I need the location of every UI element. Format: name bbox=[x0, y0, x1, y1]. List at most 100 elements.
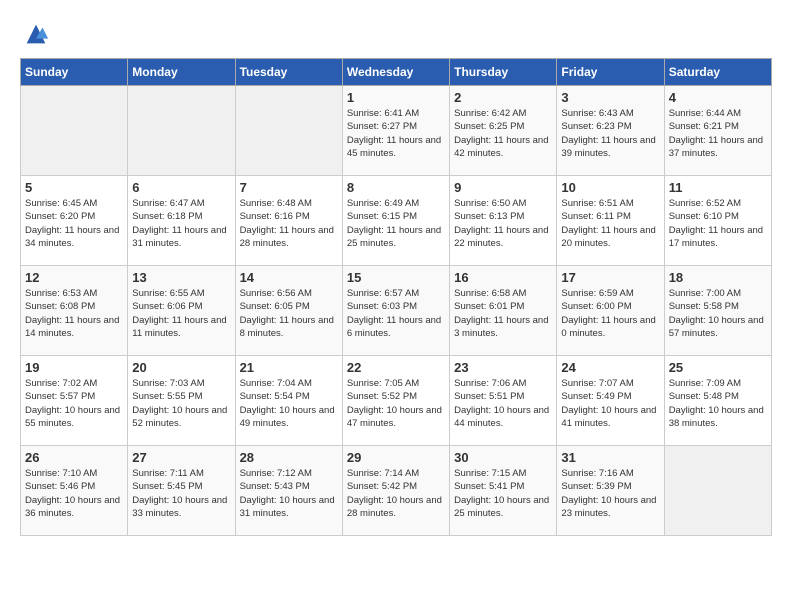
day-info: Sunrise: 6:47 AMSunset: 6:18 PMDaylight:… bbox=[132, 197, 230, 250]
day-cell: 11Sunrise: 6:52 AMSunset: 6:10 PMDayligh… bbox=[664, 176, 771, 266]
day-cell: 31 Sunrise: 7:16 AMSunset: 5:39 PMDayligh… bbox=[557, 446, 664, 536]
sunrise-text: Sunrise: 6:47 AM bbox=[132, 197, 230, 210]
day-info: Sunrise: 7:04 AMSunset: 5:54 PMDaylight:… bbox=[240, 377, 338, 430]
week-row-5: 26Sunrise: 7:10 AMSunset: 5:46 PMDayligh… bbox=[21, 446, 772, 536]
sunset-text: Sunset: 5:48 PM bbox=[669, 390, 767, 403]
sunset-text: Sunset: 6:03 PM bbox=[347, 300, 445, 313]
sunset-text: Sunset: 5:42 PM bbox=[347, 480, 445, 493]
day-info: Sunrise: 7:02 AMSunset: 5:57 PMDaylight:… bbox=[25, 377, 123, 430]
day-cell: 2Sunrise: 6:42 AMSunset: 6:25 PMDaylight… bbox=[450, 86, 557, 176]
sunrise-text: Sunrise: 7:06 AM bbox=[454, 377, 552, 390]
day-number: 3 bbox=[561, 90, 659, 105]
day-cell: 18Sunrise: 7:00 AMSunset: 5:58 PMDayligh… bbox=[664, 266, 771, 356]
day-cell: 15Sunrise: 6:57 AMSunset: 6:03 PMDayligh… bbox=[342, 266, 449, 356]
sunrise-text: Sunrise: 7:07 AM bbox=[561, 377, 659, 390]
daylight-text: Daylight: 11 hours and 25 minutes. bbox=[347, 224, 445, 251]
day-number: 14 bbox=[240, 270, 338, 285]
day-info: Sunrise: 6:48 AMSunset: 6:16 PMDaylight:… bbox=[240, 197, 338, 250]
sunset-text: Sunset: 6:08 PM bbox=[25, 300, 123, 313]
day-info: Sunrise: 6:49 AMSunset: 6:15 PMDaylight:… bbox=[347, 197, 445, 250]
day-cell: 7 Sunrise: 6:48 AMSunset: 6:16 PMDaylight… bbox=[235, 176, 342, 266]
sunset-text: Sunset: 6:23 PM bbox=[561, 120, 659, 133]
day-number: 25 bbox=[669, 360, 767, 375]
daylight-text: Daylight: 11 hours and 39 minutes. bbox=[561, 134, 659, 161]
day-cell: 5 Sunrise: 6:45 AMSunset: 6:20 PMDaylight… bbox=[21, 176, 128, 266]
sunset-text: Sunset: 6:15 PM bbox=[347, 210, 445, 223]
day-cell: 17 Sunrise: 6:59 AMSunset: 6:00 PMDayligh… bbox=[557, 266, 664, 356]
day-cell: 28Sunrise: 7:12 AMSunset: 5:43 PMDayligh… bbox=[235, 446, 342, 536]
sunset-text: Sunset: 6:10 PM bbox=[669, 210, 767, 223]
sunset-text: Sunset: 5:51 PM bbox=[454, 390, 552, 403]
sunrise-text: Sunrise: 7:10 AM bbox=[25, 467, 123, 480]
sunset-text: Sunset: 6:00 PM bbox=[561, 300, 659, 313]
daylight-text: Daylight: 11 hours and 6 minutes. bbox=[347, 314, 445, 341]
sunset-text: Sunset: 6:27 PM bbox=[347, 120, 445, 133]
day-number: 10 bbox=[561, 180, 659, 195]
day-cell: 20 Sunrise: 7:03 AMSunset: 5:55 PMDayligh… bbox=[128, 356, 235, 446]
day-info: Sunrise: 7:07 AMSunset: 5:49 PMDaylight:… bbox=[561, 377, 659, 430]
day-number: 5 bbox=[25, 180, 123, 195]
day-number: 7 bbox=[240, 180, 338, 195]
daylight-text: Daylight: 10 hours and 33 minutes. bbox=[132, 494, 230, 521]
daylight-text: Daylight: 11 hours and 45 minutes. bbox=[347, 134, 445, 161]
sunset-text: Sunset: 6:18 PM bbox=[132, 210, 230, 223]
sunset-text: Sunset: 5:49 PM bbox=[561, 390, 659, 403]
daylight-text: Daylight: 11 hours and 34 minutes. bbox=[25, 224, 123, 251]
sunset-text: Sunset: 5:45 PM bbox=[132, 480, 230, 493]
column-header-friday: Friday bbox=[557, 59, 664, 86]
sunset-text: Sunset: 6:13 PM bbox=[454, 210, 552, 223]
day-cell: 13Sunrise: 6:55 AMSunset: 6:06 PMDayligh… bbox=[128, 266, 235, 356]
column-header-tuesday: Tuesday bbox=[235, 59, 342, 86]
day-number: 27 bbox=[132, 450, 230, 465]
sunrise-text: Sunrise: 6:53 AM bbox=[25, 287, 123, 300]
sunset-text: Sunset: 6:05 PM bbox=[240, 300, 338, 313]
sunrise-text: Sunrise: 6:55 AM bbox=[132, 287, 230, 300]
day-cell: 10 Sunrise: 6:51 AMSunset: 6:11 PMDayligh… bbox=[557, 176, 664, 266]
day-number: 31 bbox=[561, 450, 659, 465]
sunset-text: Sunset: 5:52 PM bbox=[347, 390, 445, 403]
day-info: Sunrise: 7:06 AMSunset: 5:51 PMDaylight:… bbox=[454, 377, 552, 430]
day-cell: 19Sunrise: 7:02 AMSunset: 5:57 PMDayligh… bbox=[21, 356, 128, 446]
sunset-text: Sunset: 5:43 PM bbox=[240, 480, 338, 493]
day-info: Sunrise: 7:05 AMSunset: 5:52 PMDaylight:… bbox=[347, 377, 445, 430]
sunset-text: Sunset: 5:55 PM bbox=[132, 390, 230, 403]
day-number: 21 bbox=[240, 360, 338, 375]
sunrise-text: Sunrise: 7:05 AM bbox=[347, 377, 445, 390]
day-info: Sunrise: 6:59 AMSunset: 6:00 PMDaylight:… bbox=[561, 287, 659, 340]
day-cell: 24Sunrise: 7:07 AMSunset: 5:49 PMDayligh… bbox=[557, 356, 664, 446]
day-info: Sunrise: 6:55 AMSunset: 6:06 PMDaylight:… bbox=[132, 287, 230, 340]
daylight-text: Daylight: 10 hours and 25 minutes. bbox=[454, 494, 552, 521]
sunrise-text: Sunrise: 6:49 AM bbox=[347, 197, 445, 210]
sunrise-text: Sunrise: 6:45 AM bbox=[25, 197, 123, 210]
day-cell: 12Sunrise: 6:53 AMSunset: 6:08 PMDayligh… bbox=[21, 266, 128, 356]
day-info: Sunrise: 6:56 AMSunset: 6:05 PMDaylight:… bbox=[240, 287, 338, 340]
day-cell: 22Sunrise: 7:05 AMSunset: 5:52 PMDayligh… bbox=[342, 356, 449, 446]
column-header-monday: Monday bbox=[128, 59, 235, 86]
daylight-text: Daylight: 11 hours and 17 minutes. bbox=[669, 224, 767, 251]
day-cell: 14 Sunrise: 6:56 AMSunset: 6:05 PMDayligh… bbox=[235, 266, 342, 356]
day-cell: 6Sunrise: 6:47 AMSunset: 6:18 PMDaylight… bbox=[128, 176, 235, 266]
day-info: Sunrise: 6:42 AMSunset: 6:25 PMDaylight:… bbox=[454, 107, 552, 160]
day-info: Sunrise: 6:51 AMSunset: 6:11 PMDaylight:… bbox=[561, 197, 659, 250]
daylight-text: Daylight: 11 hours and 14 minutes. bbox=[25, 314, 123, 341]
sunrise-text: Sunrise: 7:04 AM bbox=[240, 377, 338, 390]
sunset-text: Sunset: 6:16 PM bbox=[240, 210, 338, 223]
sunrise-text: Sunrise: 6:44 AM bbox=[669, 107, 767, 120]
day-info: Sunrise: 7:12 AMSunset: 5:43 PMDaylight:… bbox=[240, 467, 338, 520]
sunset-text: Sunset: 6:20 PM bbox=[25, 210, 123, 223]
day-number: 17 bbox=[561, 270, 659, 285]
day-info: Sunrise: 7:03 AMSunset: 5:55 PMDaylight:… bbox=[132, 377, 230, 430]
page-header bbox=[20, 20, 772, 48]
day-number: 23 bbox=[454, 360, 552, 375]
day-number: 30 bbox=[454, 450, 552, 465]
day-cell: 1Sunrise: 6:41 AMSunset: 6:27 PMDaylight… bbox=[342, 86, 449, 176]
day-number: 29 bbox=[347, 450, 445, 465]
sunset-text: Sunset: 5:39 PM bbox=[561, 480, 659, 493]
daylight-text: Daylight: 11 hours and 28 minutes. bbox=[240, 224, 338, 251]
day-info: Sunrise: 7:16 AMSunset: 5:39 PMDaylight:… bbox=[561, 467, 659, 520]
daylight-text: Daylight: 11 hours and 3 minutes. bbox=[454, 314, 552, 341]
day-number: 20 bbox=[132, 360, 230, 375]
day-number: 1 bbox=[347, 90, 445, 105]
day-info: Sunrise: 6:57 AMSunset: 6:03 PMDaylight:… bbox=[347, 287, 445, 340]
sunset-text: Sunset: 6:06 PM bbox=[132, 300, 230, 313]
